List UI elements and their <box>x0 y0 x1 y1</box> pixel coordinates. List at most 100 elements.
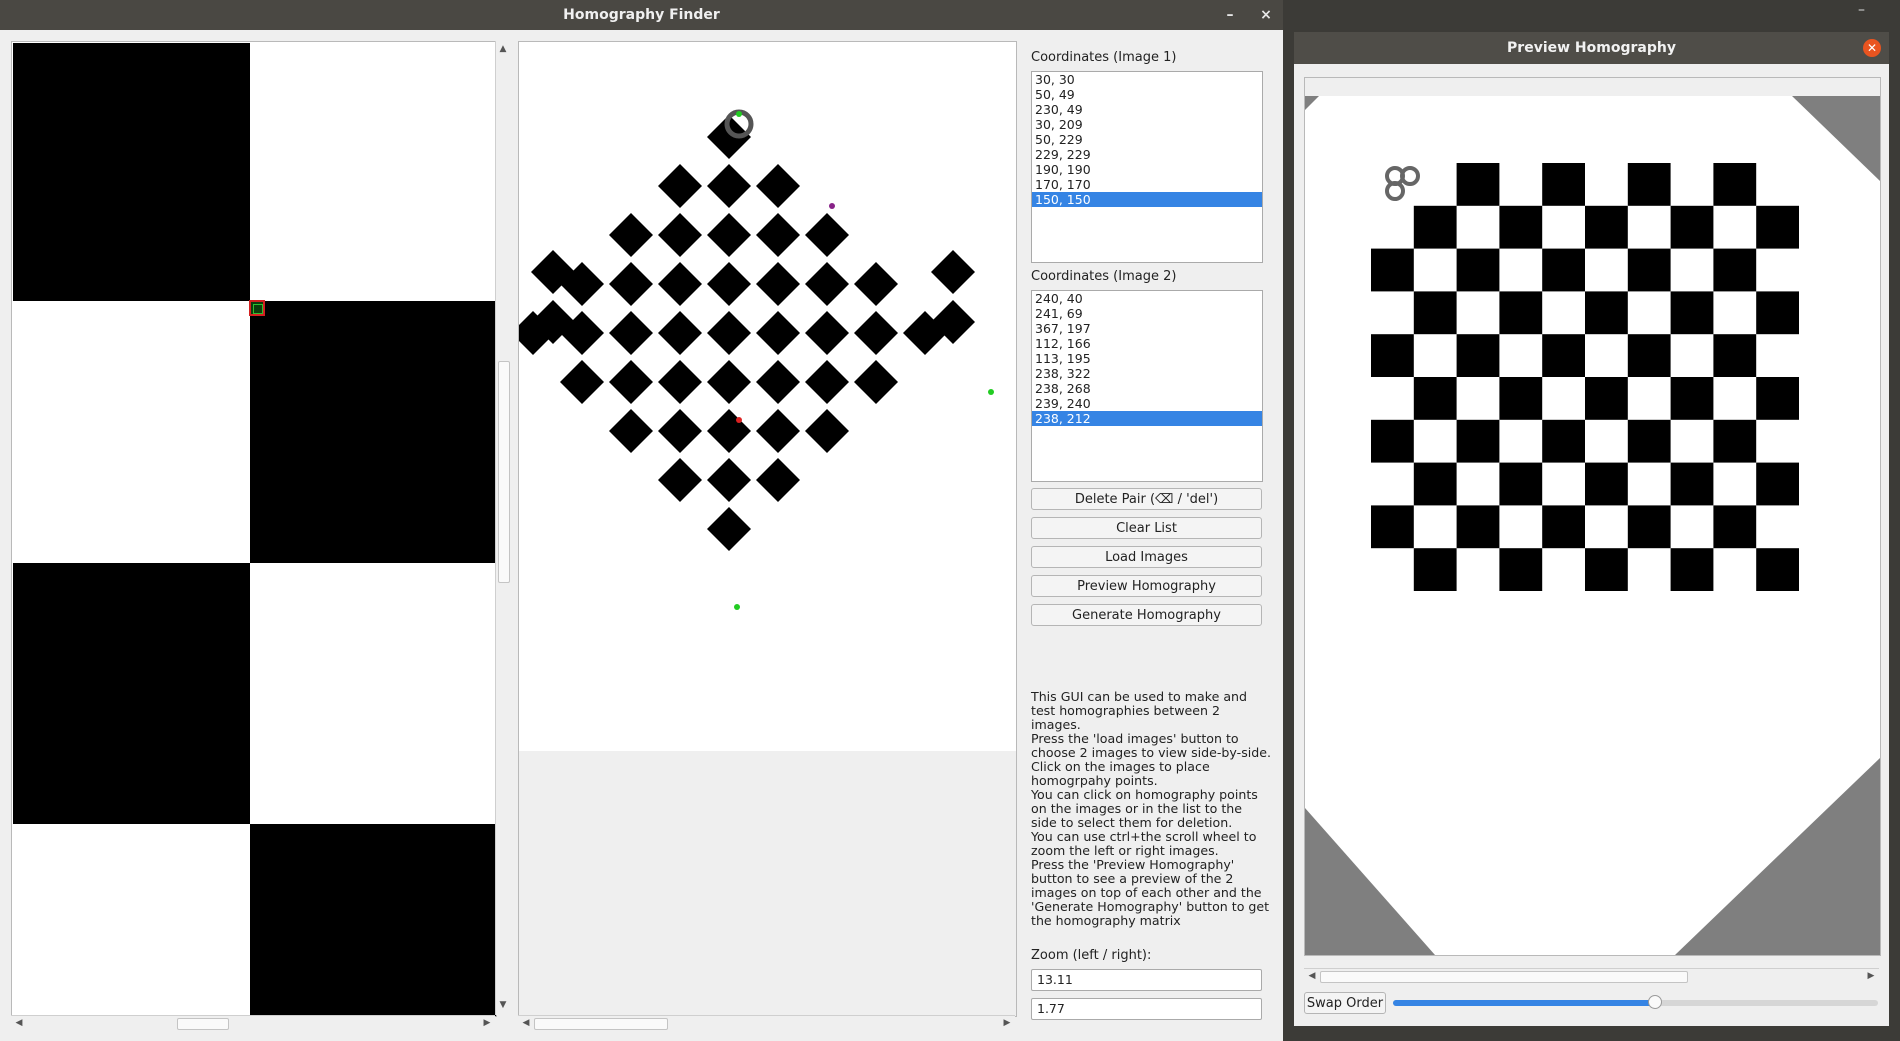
coordinate-item[interactable]: 113, 195 <box>1032 351 1262 366</box>
slider-handle[interactable] <box>1647 995 1662 1009</box>
checker-square <box>1542 334 1585 377</box>
scroll-right-icon[interactable]: ▶ <box>1001 1017 1013 1029</box>
coordinate-item[interactable]: 112, 166 <box>1032 336 1262 351</box>
checker-square <box>756 164 800 208</box>
checker-square <box>1371 334 1414 377</box>
close-icon[interactable]: ✕ <box>1863 39 1881 57</box>
coords1-list[interactable]: 30, 30 50, 49 230, 49 30, 209 50, 229 229, 22… <box>1031 71 1263 263</box>
checker-square <box>1627 163 1671 206</box>
checker-square <box>1413 548 1457 591</box>
scroll-thumb[interactable] <box>498 361 510 583</box>
load-images-button[interactable]: Load Images <box>1031 546 1262 568</box>
coordinate-item[interactable]: 230, 49 <box>1032 102 1262 117</box>
checker-square <box>1670 462 1714 506</box>
coordinate-item[interactable]: 190, 190 <box>1032 162 1262 177</box>
checker-square <box>1585 462 1628 506</box>
coordinate-item[interactable]: 241, 69 <box>1032 306 1262 321</box>
checker-square <box>707 507 751 551</box>
left-horizontal-scrollbar[interactable]: ◀ ▶ <box>11 1015 495 1031</box>
scroll-right-icon[interactable]: ▶ <box>481 1017 493 1029</box>
checker-square <box>1713 248 1757 292</box>
coordinate-item[interactable]: 50, 49 <box>1032 87 1262 102</box>
zoom-left-input[interactable]: 13.11 <box>1031 969 1262 991</box>
minimize-icon[interactable]: – <box>1219 4 1241 26</box>
checker-square <box>658 360 702 404</box>
scroll-thumb[interactable] <box>177 1018 229 1030</box>
coordinate-item[interactable]: 238, 268 <box>1032 381 1262 396</box>
homography-point <box>829 203 835 209</box>
checker-square <box>1456 163 1500 206</box>
preview-image-view[interactable] <box>1304 77 1881 956</box>
coordinate-item[interactable]: 30, 209 <box>1032 117 1262 132</box>
checker-square <box>658 458 702 502</box>
rotated-checkerboard <box>519 109 994 610</box>
coordinate-item[interactable]: 229, 229 <box>1032 147 1262 162</box>
checker-square <box>609 409 653 453</box>
coordinate-item[interactable]: 238, 322 <box>1032 366 1262 381</box>
zoom-right-input[interactable]: 1.77 <box>1031 998 1262 1020</box>
checker-square <box>854 262 898 306</box>
left-vertical-scrollbar[interactable]: ▲ ▼ <box>495 41 511 1015</box>
scroll-up-icon[interactable]: ▲ <box>497 43 509 55</box>
checker-square <box>609 360 653 404</box>
preview-titlebar: Preview Homography ✕ <box>1294 32 1889 64</box>
homography-point <box>734 604 740 610</box>
scroll-left-icon[interactable]: ◀ <box>13 1017 25 1029</box>
warp-border <box>1305 808 1435 955</box>
clear-list-button[interactable]: Clear List <box>1031 517 1262 539</box>
left-image-view[interactable] <box>11 41 497 1017</box>
close-icon[interactable]: × <box>1255 4 1277 26</box>
checker-square <box>1499 462 1543 506</box>
scroll-left-icon[interactable]: ◀ <box>1306 970 1318 982</box>
scroll-right-icon[interactable]: ▶ <box>1865 970 1877 982</box>
preview-horizontal-scrollbar[interactable]: ◀ ▶ <box>1304 968 1879 984</box>
checker-square <box>658 213 702 257</box>
coordinate-item[interactable]: 150, 150 <box>1032 192 1262 207</box>
right-image-view[interactable] <box>518 41 1017 1017</box>
help-text-preview: Press the 'Preview Homography' button to… <box>1031 857 1270 928</box>
scroll-thumb[interactable] <box>534 1018 668 1030</box>
checker-square <box>1499 548 1543 591</box>
checker-square <box>1713 419 1757 463</box>
selected-point-marker[interactable] <box>249 300 265 316</box>
checker-square <box>756 311 800 355</box>
scroll-left-icon[interactable]: ◀ <box>520 1017 532 1029</box>
right-horizontal-scrollbar[interactable]: ◀ ▶ <box>518 1015 1015 1031</box>
swap-order-button[interactable]: Swap Order <box>1304 992 1386 1014</box>
coordinate-item[interactable]: 170, 170 <box>1032 177 1262 192</box>
minimize-icon[interactable]: – <box>1858 2 1865 18</box>
checker-square <box>1371 248 1414 292</box>
checker-square <box>854 360 898 404</box>
checker-square <box>1456 505 1500 549</box>
checker-square <box>1456 419 1500 463</box>
slider-fill <box>1393 1000 1655 1006</box>
checker-square <box>1627 334 1671 377</box>
scroll-down-icon[interactable]: ▼ <box>497 999 509 1011</box>
blend-slider[interactable] <box>1393 995 1878 1009</box>
checker-square <box>805 360 849 404</box>
checker-square <box>1456 334 1500 377</box>
homography-point <box>988 389 994 395</box>
generate-homography-button[interactable]: Generate Homography <box>1031 604 1262 626</box>
coords2-list[interactable]: 240, 40 241, 69 367, 197 112, 166 113, 195 23… <box>1031 290 1263 482</box>
delete-pair-button[interactable]: Delete Pair (⌫ / 'del') <box>1031 488 1262 510</box>
coordinate-item[interactable]: 50, 229 <box>1032 132 1262 147</box>
checker-square <box>756 262 800 306</box>
main-titlebar: Homography Finder – × <box>0 0 1283 30</box>
coordinate-item[interactable]: 240, 40 <box>1032 291 1262 306</box>
checker-square <box>609 213 653 257</box>
checker-square <box>756 409 800 453</box>
preview-homography-button[interactable]: Preview Homography <box>1031 575 1262 597</box>
checker-square <box>1627 505 1671 549</box>
coordinate-item[interactable]: 367, 197 <box>1032 321 1262 336</box>
checker-square <box>707 311 751 355</box>
checker-square <box>1456 248 1500 292</box>
coordinate-item[interactable]: 238, 212 <box>1032 411 1262 426</box>
coordinate-item[interactable]: 239, 240 <box>1032 396 1262 411</box>
coordinate-item[interactable]: 30, 30 <box>1032 72 1262 87</box>
checker-square <box>756 360 800 404</box>
scroll-thumb[interactable] <box>1320 971 1688 983</box>
checker-square <box>1670 205 1714 249</box>
checker-square <box>658 409 702 453</box>
checker-square <box>1627 419 1671 463</box>
